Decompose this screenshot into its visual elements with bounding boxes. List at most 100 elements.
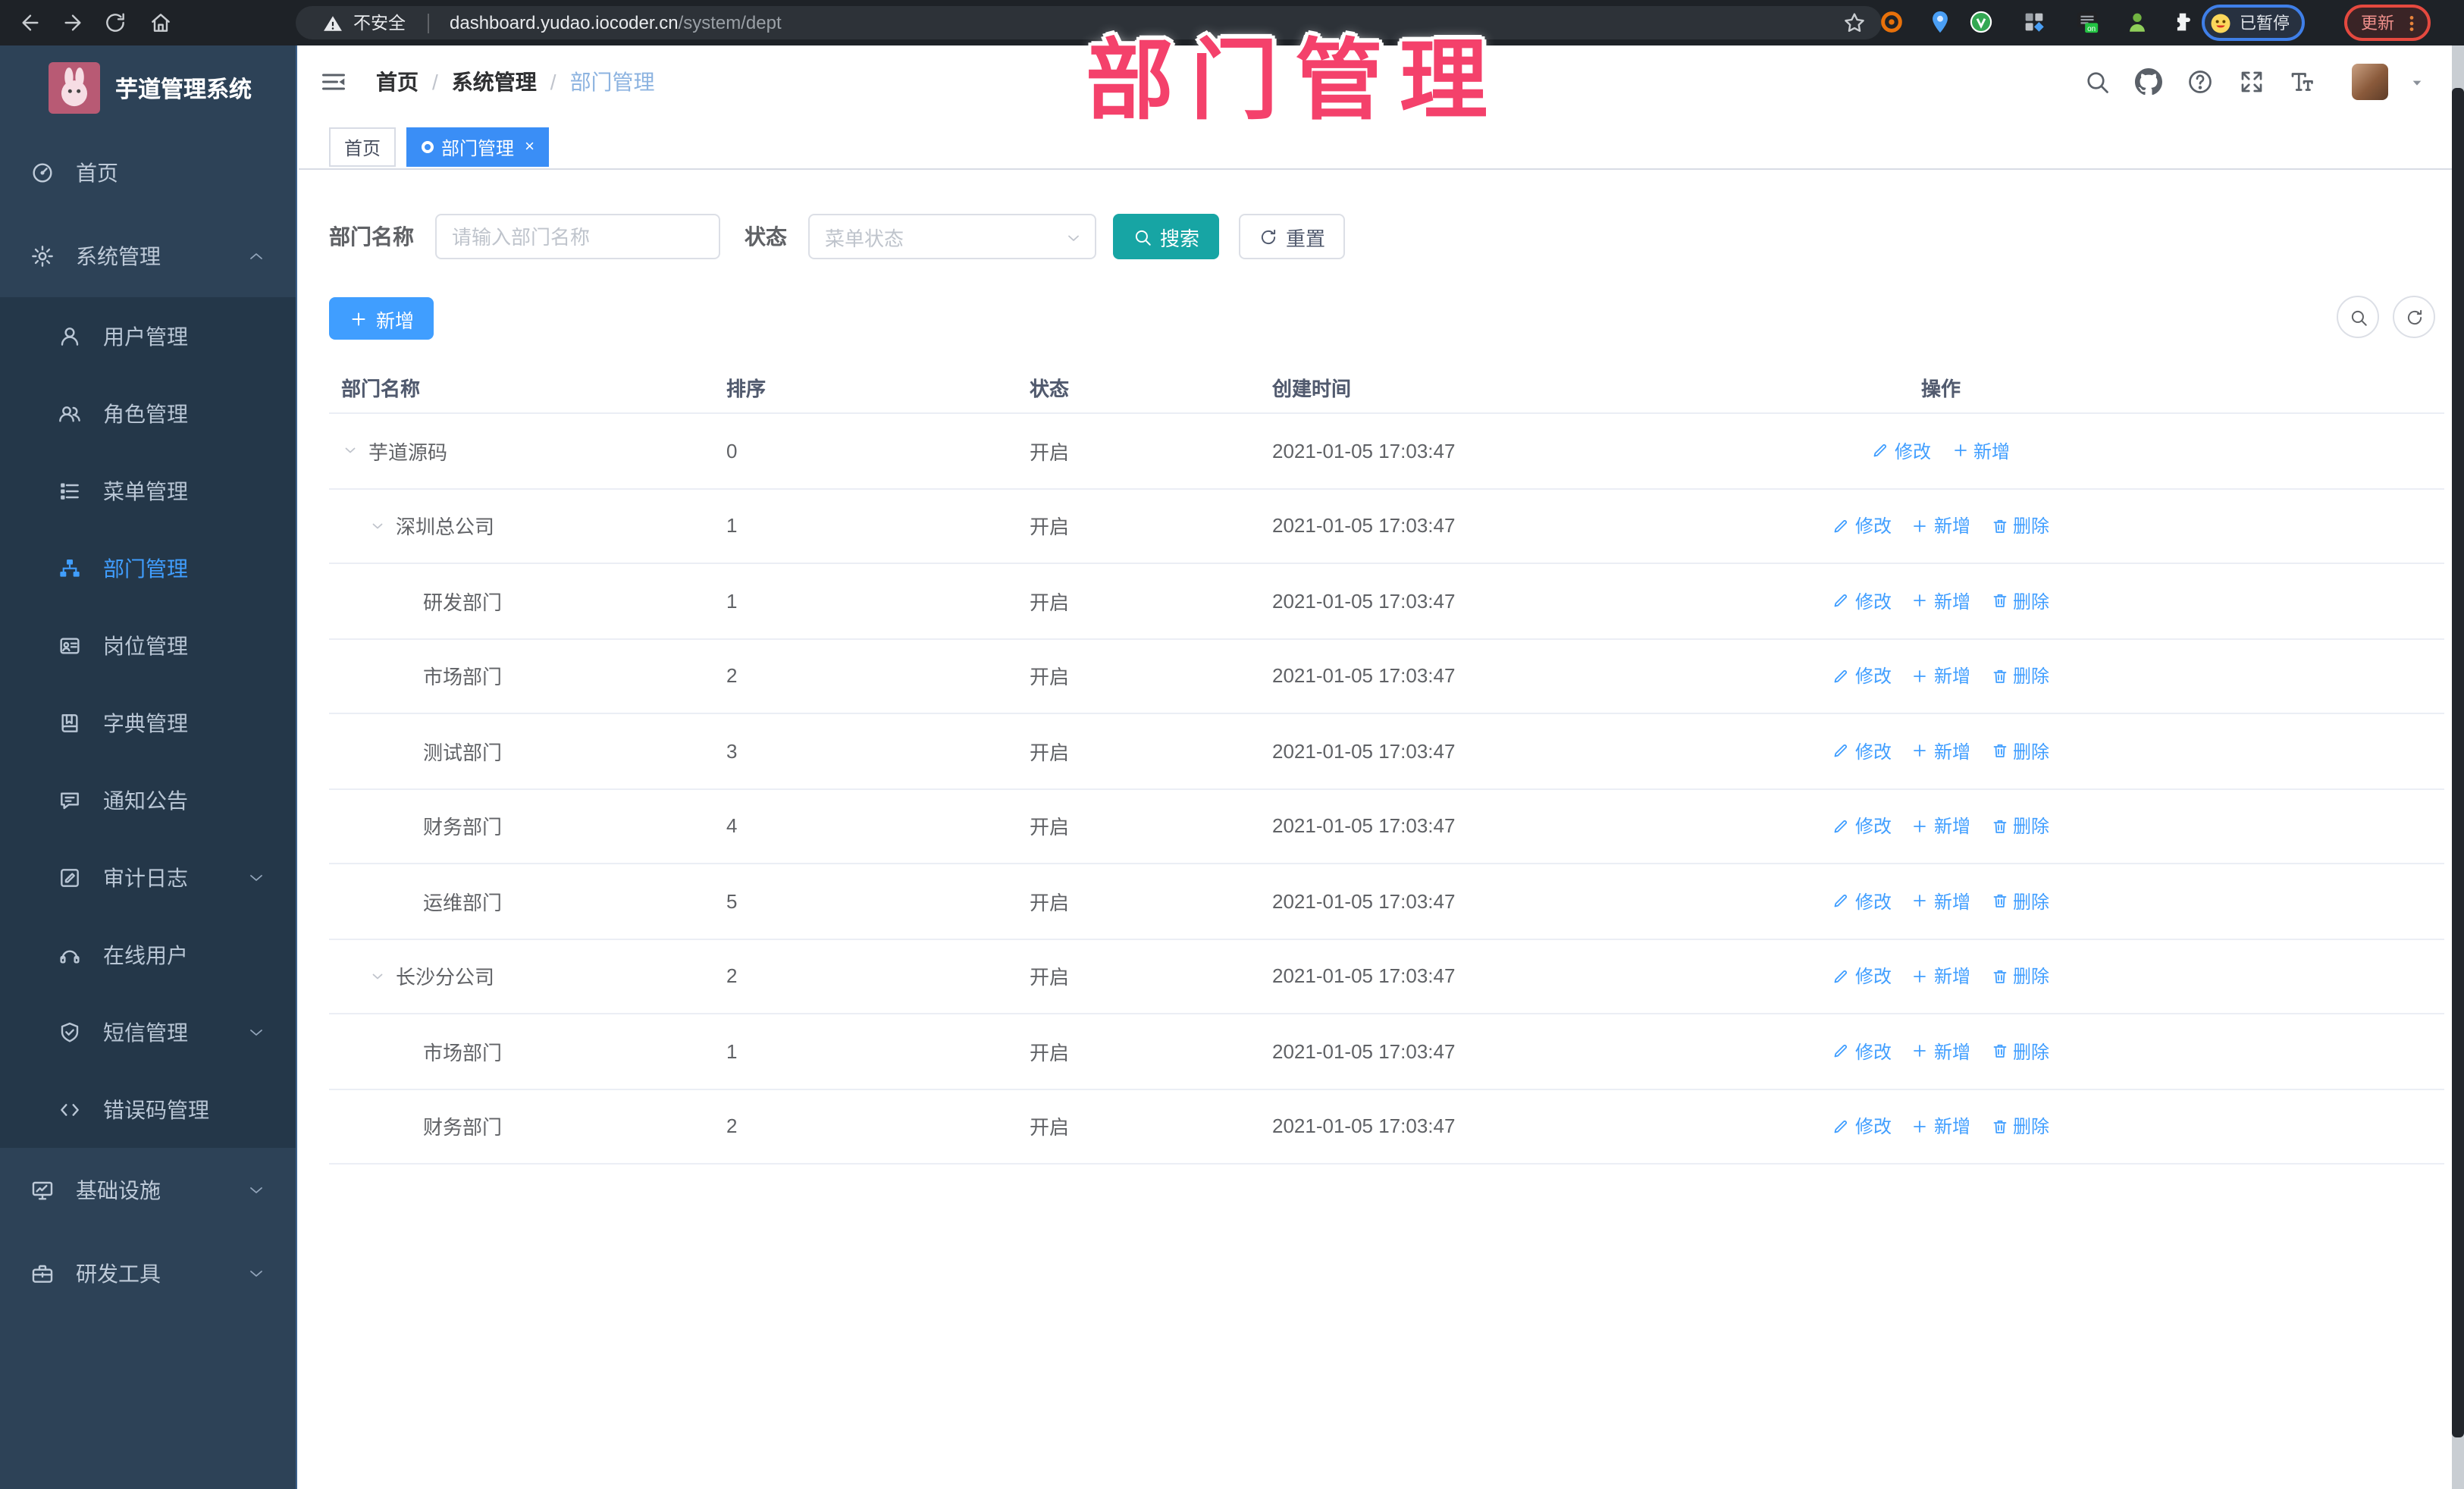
action-plus-link[interactable]: 新增 bbox=[1911, 513, 1970, 539]
target-extension-icon[interactable] bbox=[1879, 9, 1904, 35]
browser-profile-button[interactable]: 已暂停 bbox=[2202, 5, 2305, 41]
reset-button[interactable]: 重置 bbox=[1239, 214, 1346, 259]
edit-icon bbox=[1832, 592, 1851, 610]
action-plus-link[interactable]: 新增 bbox=[1911, 813, 1970, 839]
person-extension-icon[interactable] bbox=[2124, 9, 2150, 35]
hamburger-icon[interactable] bbox=[320, 68, 347, 96]
sidebar-item-6[interactable]: 岗位管理 bbox=[0, 607, 296, 684]
action-trash-link[interactable]: 删除 bbox=[1990, 964, 2049, 989]
search-icon[interactable] bbox=[2083, 68, 2111, 96]
action-trash-link[interactable]: 删除 bbox=[1990, 889, 2049, 914]
browser-reload-icon[interactable] bbox=[100, 8, 130, 38]
pin-extension-icon[interactable] bbox=[1927, 9, 1953, 35]
table-row-0: 芋道源码 0 开启 2021-01-05 17:03:47 修改 新增 bbox=[329, 414, 2444, 489]
row-actions: 修改 新增 删除 bbox=[1638, 813, 2244, 839]
url-text[interactable]: dashboard.yudao.iocoder.cn/system/dept bbox=[450, 12, 782, 33]
avatar-caret-down-icon[interactable] bbox=[2409, 77, 2425, 89]
sidebar-item-7[interactable]: 字典管理 bbox=[0, 684, 296, 761]
dept-created-time: 2021-01-05 17:03:47 bbox=[1272, 1039, 1456, 1063]
action-plus-link[interactable]: 新增 bbox=[1911, 1039, 1970, 1064]
row-actions: 修改 新增 删除 bbox=[1638, 738, 2244, 764]
action-trash-link[interactable]: 删除 bbox=[1990, 513, 2049, 539]
search-button[interactable]: 搜索 bbox=[1113, 214, 1220, 259]
sidebar-item-2[interactable]: 用户管理 bbox=[0, 297, 296, 375]
action-plus-link[interactable]: 新增 bbox=[1911, 663, 1970, 689]
action-trash-link[interactable]: 删除 bbox=[1990, 663, 2049, 689]
sidebar-item-9[interactable]: 审计日志 bbox=[0, 839, 296, 916]
action-plus-link[interactable]: 新增 bbox=[1911, 1114, 1970, 1139]
table-row-8: 市场部门 1 开启 2021-01-05 17:03:47 修改 新增 删除 bbox=[329, 1014, 2444, 1089]
list-on-extension-icon[interactable]: on bbox=[2074, 9, 2100, 35]
action-edit-link[interactable]: 修改 bbox=[1832, 513, 1892, 539]
sidebar-item-11[interactable]: 短信管理 bbox=[0, 993, 296, 1071]
page-scrollbar[interactable] bbox=[2452, 45, 2464, 1489]
browser-update-button[interactable]: 更新 bbox=[2344, 5, 2431, 41]
browser-back-icon[interactable] bbox=[15, 8, 45, 38]
status-select[interactable]: 菜单状态 bbox=[808, 214, 1096, 259]
sidebar-item-4[interactable]: 菜单管理 bbox=[0, 452, 296, 529]
action-edit-link[interactable]: 修改 bbox=[1872, 438, 1931, 464]
status-label: 状态 bbox=[745, 224, 787, 249]
sidebar-item-1[interactable]: 系统管理 bbox=[0, 214, 296, 297]
breadcrumb-item-2[interactable]: 部门管理 bbox=[570, 67, 655, 97]
sidebar-item-12[interactable]: 错误码管理 bbox=[0, 1071, 296, 1148]
tab-close-icon[interactable]: × bbox=[525, 138, 534, 155]
puzzle-extension-icon[interactable] bbox=[2170, 9, 2196, 35]
browser-home-icon[interactable] bbox=[146, 8, 176, 38]
table-row-2: 研发部门 1 开启 2021-01-05 17:03:47 修改 新增 删除 bbox=[329, 564, 2444, 639]
action-label: 修改 bbox=[1854, 1116, 1892, 1138]
action-edit-link[interactable]: 修改 bbox=[1832, 663, 1892, 689]
breadcrumb-item-1[interactable]: 系统管理 bbox=[452, 67, 537, 97]
sidebar-item-14[interactable]: 研发工具 bbox=[0, 1231, 296, 1315]
action-trash-link[interactable]: 删除 bbox=[1990, 1039, 2049, 1064]
not-secure-label[interactable]: 不安全 bbox=[353, 11, 406, 35]
tab-1[interactable]: 部门管理 × bbox=[406, 127, 550, 167]
sidebar-item-0[interactable]: 首页 bbox=[0, 130, 296, 214]
action-plus-link[interactable]: 新增 bbox=[1911, 738, 1970, 764]
action-plus-link[interactable]: 新增 bbox=[1951, 438, 2010, 464]
font-size-icon[interactable] bbox=[2288, 68, 2315, 96]
sidebar-item-5[interactable]: 部门管理 bbox=[0, 529, 296, 607]
sidebar-item-8[interactable]: 通知公告 bbox=[0, 761, 296, 839]
help-icon[interactable] bbox=[2187, 68, 2214, 96]
row-expand-caret-icon[interactable] bbox=[368, 967, 396, 986]
grid-extension-icon[interactable] bbox=[2021, 9, 2047, 35]
add-button[interactable]: 新增 bbox=[329, 297, 434, 340]
trash-icon bbox=[1990, 967, 2008, 986]
action-trash-link[interactable]: 删除 bbox=[1990, 813, 2049, 839]
refresh-circle-button[interactable] bbox=[2393, 296, 2435, 338]
sidebar-item-label: 首页 bbox=[76, 160, 118, 184]
app-logo-row[interactable]: 芋道管理系统 bbox=[0, 45, 296, 130]
github-icon[interactable] bbox=[2135, 68, 2162, 96]
scrollbar-thumb[interactable] bbox=[2452, 88, 2464, 1437]
action-edit-link[interactable]: 修改 bbox=[1832, 813, 1892, 839]
action-trash-link[interactable]: 删除 bbox=[1990, 588, 2049, 614]
dept-name-input[interactable] bbox=[435, 214, 720, 259]
profile-avatar-icon bbox=[2209, 11, 2232, 34]
sidebar-item-13[interactable]: 基础设施 bbox=[0, 1148, 296, 1231]
green-check-extension-icon[interactable] bbox=[1968, 9, 1994, 35]
action-trash-link[interactable]: 删除 bbox=[1990, 1114, 2049, 1139]
action-plus-link[interactable]: 新增 bbox=[1911, 964, 1970, 989]
browser-menu-kebab-icon[interactable] bbox=[2402, 13, 2422, 33]
action-edit-link[interactable]: 修改 bbox=[1832, 1114, 1892, 1139]
sidebar-item-3[interactable]: 角色管理 bbox=[0, 375, 296, 452]
toggle-search-circle-button[interactable] bbox=[2337, 296, 2379, 338]
row-expand-caret-icon[interactable] bbox=[368, 517, 396, 535]
sidebar-item-10[interactable]: 在线用户 bbox=[0, 916, 296, 993]
action-trash-link[interactable]: 删除 bbox=[1990, 738, 2049, 764]
action-edit-link[interactable]: 修改 bbox=[1832, 1039, 1892, 1064]
action-edit-link[interactable]: 修改 bbox=[1832, 889, 1892, 914]
tab-0[interactable]: 首页 bbox=[329, 127, 397, 167]
bookmark-star-icon[interactable] bbox=[1842, 11, 1867, 35]
browser-forward-icon[interactable] bbox=[58, 8, 88, 38]
action-plus-link[interactable]: 新增 bbox=[1911, 588, 1970, 614]
action-edit-link[interactable]: 修改 bbox=[1832, 588, 1892, 614]
breadcrumb-item-0[interactable]: 首页 bbox=[376, 67, 419, 97]
action-edit-link[interactable]: 修改 bbox=[1832, 738, 1892, 764]
user-avatar[interactable] bbox=[2352, 64, 2388, 100]
action-edit-link[interactable]: 修改 bbox=[1832, 964, 1892, 989]
action-plus-link[interactable]: 新增 bbox=[1911, 889, 1970, 914]
row-expand-caret-icon[interactable] bbox=[341, 442, 368, 460]
fullscreen-icon[interactable] bbox=[2238, 68, 2265, 96]
